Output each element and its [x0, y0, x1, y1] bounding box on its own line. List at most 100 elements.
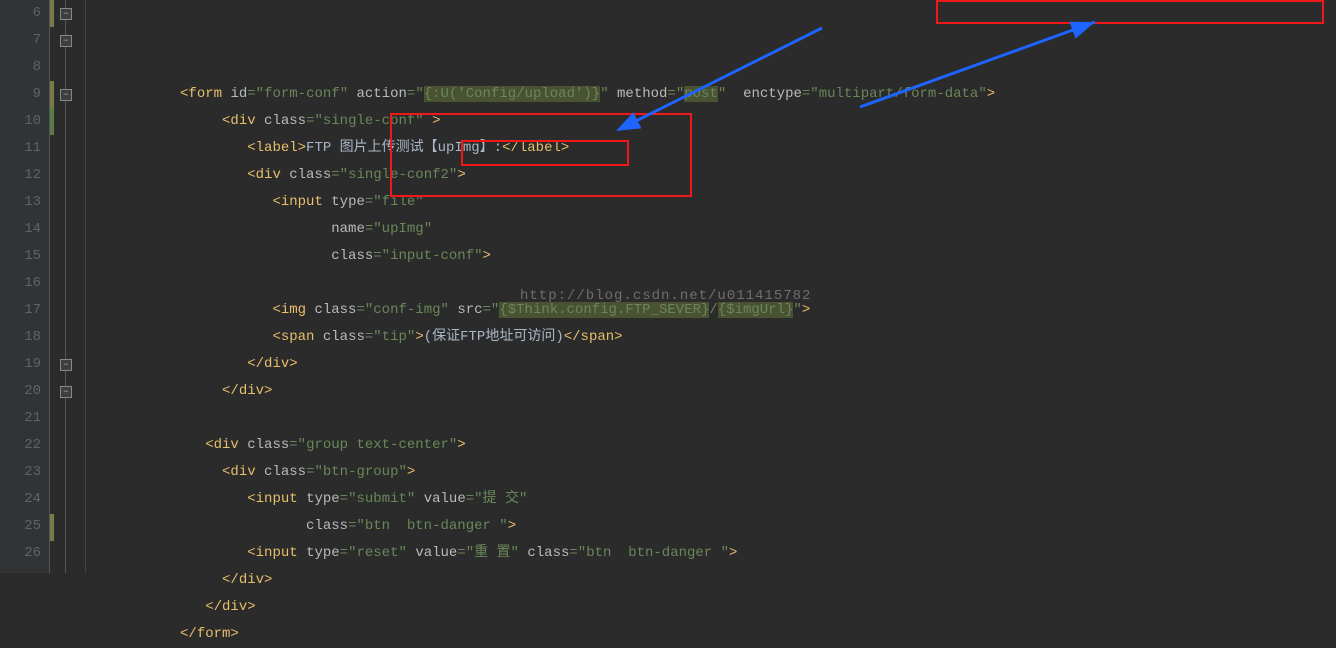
code-token: </div>	[222, 572, 272, 588]
line-number-gutter: 6 7 8 9 10 11 12 13 14 15 16 17 18 19 20…	[0, 0, 50, 573]
code-token: group text-center	[306, 437, 449, 453]
code-token: "	[340, 86, 348, 102]
code-token: "	[721, 545, 729, 561]
code-line[interactable]: </div>	[96, 594, 995, 621]
code-token: <label>	[247, 140, 306, 156]
code-token: single-conf2	[348, 167, 449, 183]
code-token: 重 置	[474, 545, 510, 561]
code-token	[415, 491, 423, 507]
code-token: "	[519, 491, 527, 507]
code-token: ="	[466, 491, 483, 507]
code-token: class	[323, 329, 365, 345]
code-line[interactable]: class="input-conf">	[96, 243, 995, 270]
code-token: ="	[356, 302, 373, 318]
code-token: ="	[306, 113, 323, 129]
code-token: ="	[289, 437, 306, 453]
code-token: "	[718, 86, 726, 102]
code-line[interactable]: <div class="group text-center">	[96, 432, 995, 459]
code-token: type	[331, 194, 365, 210]
code-token: >	[483, 248, 491, 264]
line-number: 11	[0, 135, 41, 162]
code-line[interactable]	[96, 270, 995, 297]
code-line[interactable]: <span class="tip">(保证FTP地址可访问)</span>	[96, 324, 995, 351]
code-token: >	[407, 464, 415, 480]
code-token: ="	[365, 329, 382, 345]
code-token	[323, 194, 331, 210]
fold-toggle-icon[interactable]: −	[60, 359, 72, 371]
code-token: input-conf	[390, 248, 474, 264]
code-line[interactable]: </div>	[96, 378, 995, 405]
code-line[interactable]: <img class="conf-img" src="{$Think.confi…	[96, 297, 995, 324]
code-line[interactable]: class="btn btn-danger ">	[96, 513, 995, 540]
code-line[interactable]: <input type="reset" value="重 置" class="b…	[96, 540, 995, 567]
code-token	[256, 113, 264, 129]
code-line[interactable]: <form id="form-conf" action="{:U('Config…	[96, 81, 995, 108]
line-number: 13	[0, 189, 41, 216]
code-line[interactable]: </form>	[96, 621, 995, 648]
code-token: </span>	[564, 329, 623, 345]
code-token	[256, 464, 264, 480]
code-token: upImg	[382, 221, 424, 237]
code-line[interactable]: <input type="submit" value="提 交"	[96, 486, 995, 513]
code-token: "	[399, 545, 407, 561]
code-token: ')}	[575, 86, 600, 102]
fold-column[interactable]: − − − − −	[56, 0, 86, 573]
code-token	[726, 86, 743, 102]
line-number: 7	[0, 27, 41, 54]
line-number: 16	[0, 270, 41, 297]
code-line[interactable]: </div>	[96, 351, 995, 378]
code-token: conf-img	[373, 302, 440, 318]
code-token: >	[415, 329, 423, 345]
line-number: 20	[0, 378, 41, 405]
code-editor[interactable]: 6 7 8 9 10 11 12 13 14 15 16 17 18 19 20…	[0, 0, 1336, 573]
code-token: enctype	[743, 86, 802, 102]
code-line[interactable]: <div class="single-conf" >	[96, 108, 995, 135]
line-number: 25	[0, 513, 41, 540]
line-number: 6	[0, 0, 41, 27]
code-token: btn-group	[323, 464, 399, 480]
code-token: tip	[382, 329, 407, 345]
code-area[interactable]: <form id="form-conf" action="{:U('Config…	[86, 0, 995, 573]
code-line[interactable]: name="upImg"	[96, 216, 995, 243]
code-token: reset	[356, 545, 398, 561]
code-line[interactable]: <div class="btn-group">	[96, 459, 995, 486]
code-line[interactable]: <input type="file"	[96, 189, 995, 216]
code-line[interactable]: <div class="single-conf2">	[96, 162, 995, 189]
code-token: ="	[457, 545, 474, 561]
code-token: class	[289, 167, 331, 183]
line-number: 19	[0, 351, 41, 378]
code-token: {$imgUrl}	[718, 302, 794, 318]
code-token: >	[424, 113, 441, 129]
code-token	[239, 437, 247, 453]
fold-toggle-icon[interactable]: −	[60, 35, 72, 47]
code-token: <span	[272, 329, 314, 345]
code-token: "	[978, 86, 986, 102]
code-token: post	[684, 86, 718, 102]
fold-toggle-icon[interactable]: −	[60, 386, 72, 398]
code-token: ="	[340, 491, 357, 507]
code-token: multipart/form-data	[819, 86, 979, 102]
code-token: ="	[802, 86, 819, 102]
line-number: 8	[0, 54, 41, 81]
code-line[interactable]: <label>FTP 图片上传测试【upImg】:</label>	[96, 135, 995, 162]
code-token: class	[264, 113, 306, 129]
code-token	[298, 491, 306, 507]
fold-toggle-icon[interactable]: −	[60, 89, 72, 101]
code-token: </div>	[205, 599, 255, 615]
code-token: method	[617, 86, 667, 102]
code-token: btn btn-danger	[365, 518, 499, 534]
code-token: value	[415, 545, 457, 561]
code-line[interactable]	[96, 405, 995, 432]
code-token: >	[457, 167, 465, 183]
code-token: class	[314, 302, 356, 318]
code-token: "	[399, 464, 407, 480]
line-number: 12	[0, 162, 41, 189]
code-line[interactable]: </div>	[96, 567, 995, 594]
code-token: ="	[331, 167, 348, 183]
code-token: <input	[247, 545, 297, 561]
line-number: 10	[0, 108, 41, 135]
fold-toggle-icon[interactable]: −	[60, 8, 72, 20]
code-token: "	[511, 545, 519, 561]
code-token: "	[441, 302, 449, 318]
code-token: "	[415, 113, 423, 129]
